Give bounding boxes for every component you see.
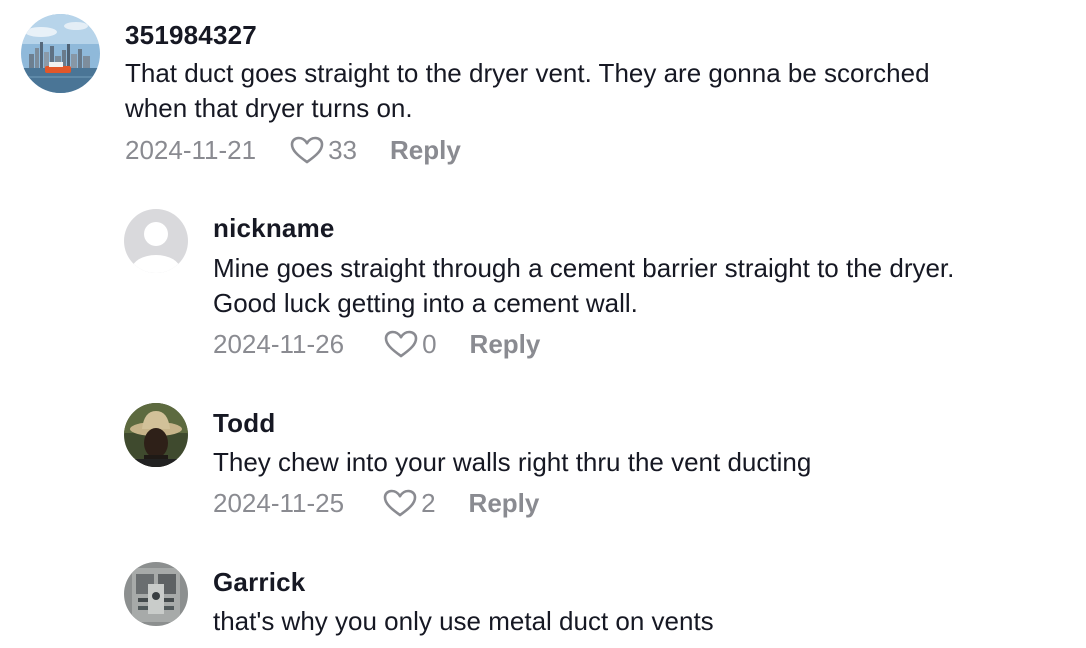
comment-text-line: They chew into your walls right thru the…: [213, 447, 812, 477]
like-count: 2: [421, 487, 436, 518]
comment-date: 2024-11-25: [213, 487, 345, 518]
comment-date: 2024-11-21: [125, 134, 257, 165]
like-button[interactable]: 0: [384, 328, 437, 360]
avatar[interactable]: [124, 209, 188, 273]
avatar[interactable]: [124, 403, 188, 467]
comment-meta: 2024-11-25 2 Reply: [213, 486, 539, 520]
comment-username[interactable]: 351984327: [125, 20, 257, 51]
comment-item: Todd They chew into your walls right thr…: [0, 390, 1086, 550]
avatar[interactable]: [21, 14, 100, 93]
like-button[interactable]: 2: [383, 487, 436, 519]
avatar[interactable]: [124, 562, 188, 626]
comment-text-line: that's why you only use metal duct on ve…: [213, 606, 714, 636]
like-count: 33: [328, 134, 357, 165]
like-button[interactable]: 33: [290, 135, 357, 166]
comment-text-line: Good luck getting into a cement wall.: [213, 288, 638, 318]
reply-button[interactable]: Reply: [390, 135, 461, 166]
comment-meta: 2024-11-21 33 Reply: [125, 133, 461, 167]
comment-item: nickname Mine goes straight through a ce…: [0, 190, 1086, 390]
comment-text-line: Mine goes straight through a cement barr…: [213, 253, 955, 283]
comment-text-line: when that dryer turns on.: [125, 93, 413, 123]
comment-username[interactable]: Garrick: [213, 567, 305, 598]
comment-item: 351984327 That duct goes straight to the…: [0, 0, 1086, 190]
comment-item: Garrick that's why you only use metal du…: [0, 550, 1086, 648]
comment-username[interactable]: Todd: [213, 408, 275, 439]
comment-meta: 2024-11-26 0 Reply: [213, 327, 540, 361]
comment-date: 2024-11-26: [213, 328, 345, 359]
comment-text: Mine goes straight through a cement barr…: [213, 251, 954, 321]
city-skyline-avatar-image: [21, 14, 100, 93]
reply-button[interactable]: Reply: [469, 488, 540, 519]
electrical-panel-avatar-image: [124, 562, 188, 626]
person-avatar-image: [124, 403, 188, 467]
like-count: 0: [422, 328, 437, 359]
default-user-avatar-image: [124, 209, 188, 273]
heart-icon: [383, 488, 417, 518]
comment-text: that's why you only use metal duct on ve…: [213, 604, 714, 639]
comment-text-line: That duct goes straight to the dryer ven…: [125, 58, 930, 88]
heart-icon: [384, 329, 418, 359]
comment-text: They chew into your walls right thru the…: [213, 445, 811, 480]
comment-username[interactable]: nickname: [213, 213, 335, 244]
reply-button[interactable]: Reply: [470, 329, 541, 360]
comment-text: That duct goes straight to the dryer ven…: [125, 56, 930, 126]
heart-icon: [290, 135, 324, 165]
